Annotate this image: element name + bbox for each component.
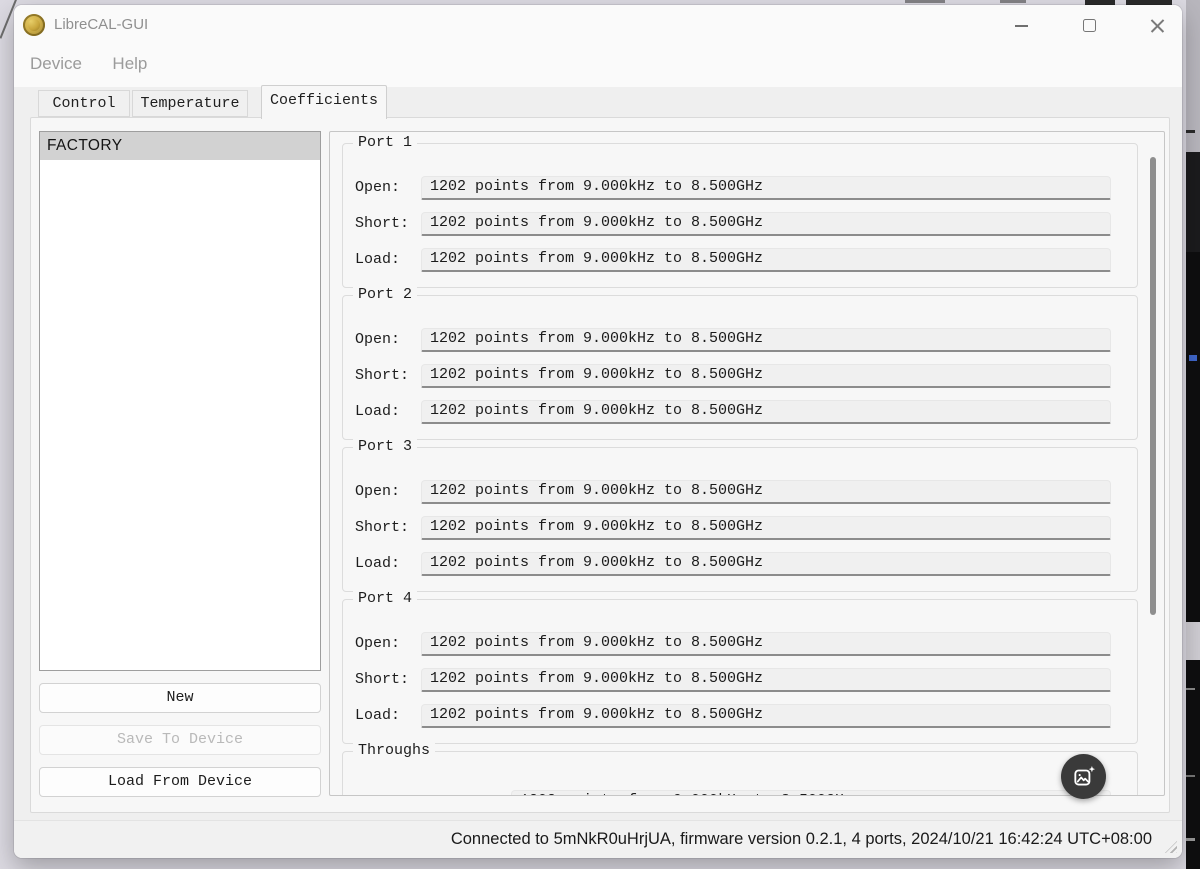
open-label: Open: <box>355 480 400 504</box>
load-from-device-button[interactable]: Load From Device <box>39 767 321 797</box>
open-value-field[interactable]: 1202 points from 9.000kHz to 8.500GHz <box>421 176 1111 200</box>
coefficient-row: Load: 1202 points from 9.000kHz to 8.500… <box>343 704 1137 728</box>
resize-grip-icon[interactable] <box>1165 841 1177 853</box>
group-title: Throughs <box>353 742 435 759</box>
close-button[interactable] <box>1134 5 1180 45</box>
short-value-field[interactable]: 1202 points from 9.000kHz to 8.500GHz <box>421 516 1111 540</box>
group-title: Port 2 <box>353 286 417 303</box>
load-value-field[interactable]: 1202 points from 9.000kHz to 8.500GHz <box>421 552 1111 576</box>
open-label: Open: <box>355 176 400 200</box>
short-label: Short: <box>355 668 409 692</box>
coefficient-set-list[interactable]: FACTORY <box>39 131 321 671</box>
coefficient-row: Open: 1202 points from 9.000kHz to 8.500… <box>343 328 1137 352</box>
coefficient-row: Load: 1202 points from 9.000kHz to 8.500… <box>343 400 1137 424</box>
throughs-group: Throughs From 1 to 2: 1202 points from 9… <box>342 751 1138 796</box>
titlebar[interactable]: LibreCAL-GUI <box>14 5 1182 45</box>
short-value-field[interactable]: 1202 points from 9.000kHz to 8.500GHz <box>421 212 1111 236</box>
tab-control[interactable]: Control <box>38 90 130 117</box>
background-window-fragment <box>1000 0 1026 3</box>
maximize-icon <box>1083 19 1096 32</box>
port-4-group: Port 4 Open: 1202 points from 9.000kHz t… <box>342 599 1138 744</box>
coefficient-row: Short: 1202 points from 9.000kHz to 8.50… <box>343 516 1137 540</box>
through-value-field[interactable]: 1202 points from 9.000kHz to 8.500GHz <box>511 790 1111 796</box>
app-window: LibreCAL-GUI Device Help Control Tempera… <box>14 5 1182 858</box>
statusbar: Connected to 5mNkR0uHrjUA, firmware vers… <box>14 820 1182 858</box>
load-label: Load: <box>355 248 400 272</box>
background-window-fragment <box>905 0 945 3</box>
group-title: Port 3 <box>353 438 417 455</box>
coefficient-row: Open: 1202 points from 9.000kHz to 8.500… <box>343 480 1137 504</box>
coefficients-scroll-area[interactable]: Port 1 Open: 1202 points from 9.000kHz t… <box>329 131 1165 796</box>
open-value-field[interactable]: 1202 points from 9.000kHz to 8.500GHz <box>421 480 1111 504</box>
save-to-device-button[interactable]: Save To Device <box>39 725 321 755</box>
coefficient-row: Open: 1202 points from 9.000kHz to 8.500… <box>343 176 1137 200</box>
open-label: Open: <box>355 328 400 352</box>
port-3-group: Port 3 Open: 1202 points from 9.000kHz t… <box>342 447 1138 592</box>
short-value-field[interactable]: 1202 points from 9.000kHz to 8.500GHz <box>421 668 1111 692</box>
open-value-field[interactable]: 1202 points from 9.000kHz to 8.500GHz <box>421 632 1111 656</box>
load-label: Load: <box>355 400 400 424</box>
open-label: Open: <box>355 632 400 656</box>
through-label: From 1 to 2: <box>355 790 463 796</box>
coefficient-row: Short: 1202 points from 9.000kHz to 8.50… <box>343 364 1137 388</box>
app-icon <box>23 14 45 36</box>
connection-status-text: Connected to 5mNkR0uHrjUA, firmware vers… <box>451 821 1152 858</box>
coefficients-pane: FACTORY New Save To Device Load From Dev… <box>30 117 1170 813</box>
background-window-edge <box>1186 0 1200 869</box>
open-value-field[interactable]: 1202 points from 9.000kHz to 8.500GHz <box>421 328 1111 352</box>
coefficient-row: Load: 1202 points from 9.000kHz to 8.500… <box>343 552 1137 576</box>
coefficient-row: Short: 1202 points from 9.000kHz to 8.50… <box>343 212 1137 236</box>
tab-temperature[interactable]: Temperature <box>132 90 248 117</box>
short-label: Short: <box>355 516 409 540</box>
menu-device[interactable]: Device <box>20 45 92 83</box>
load-label: Load: <box>355 552 400 576</box>
vertical-scrollbar-thumb[interactable] <box>1150 157 1156 615</box>
port-1-group: Port 1 Open: 1202 points from 9.000kHz t… <box>342 143 1138 288</box>
load-value-field[interactable]: 1202 points from 9.000kHz to 8.500GHz <box>421 400 1111 424</box>
menubar: Device Help <box>14 45 1182 83</box>
coefficient-row: Short: 1202 points from 9.000kHz to 8.50… <box>343 668 1137 692</box>
tab-coefficients[interactable]: Coefficients <box>261 85 387 119</box>
coefficient-row-clipped: From 1 to 2: 1202 points from 9.000kHz t… <box>343 790 1137 796</box>
window-title: LibreCAL-GUI <box>54 5 148 45</box>
new-button[interactable]: New <box>39 683 321 713</box>
port-2-group: Port 2 Open: 1202 points from 9.000kHz t… <box>342 295 1138 440</box>
menu-help[interactable]: Help <box>102 45 157 83</box>
group-title: Port 1 <box>353 134 417 151</box>
maximize-button[interactable] <box>1066 5 1112 45</box>
short-label: Short: <box>355 212 409 236</box>
list-item-factory[interactable]: FACTORY <box>40 132 320 160</box>
window-controls <box>998 5 1180 45</box>
short-label: Short: <box>355 364 409 388</box>
load-label: Load: <box>355 704 400 728</box>
image-edit-fab-button[interactable] <box>1061 754 1106 799</box>
coefficient-row: Load: 1202 points from 9.000kHz to 8.500… <box>343 248 1137 272</box>
minimize-button[interactable] <box>998 5 1044 45</box>
coefficient-row: Open: 1202 points from 9.000kHz to 8.500… <box>343 632 1137 656</box>
load-value-field[interactable]: 1202 points from 9.000kHz to 8.500GHz <box>421 248 1111 272</box>
short-value-field[interactable]: 1202 points from 9.000kHz to 8.500GHz <box>421 364 1111 388</box>
load-value-field[interactable]: 1202 points from 9.000kHz to 8.500GHz <box>421 704 1111 728</box>
image-edit-icon <box>1071 764 1097 790</box>
minimize-icon <box>1015 25 1028 27</box>
group-title: Port 4 <box>353 590 417 607</box>
